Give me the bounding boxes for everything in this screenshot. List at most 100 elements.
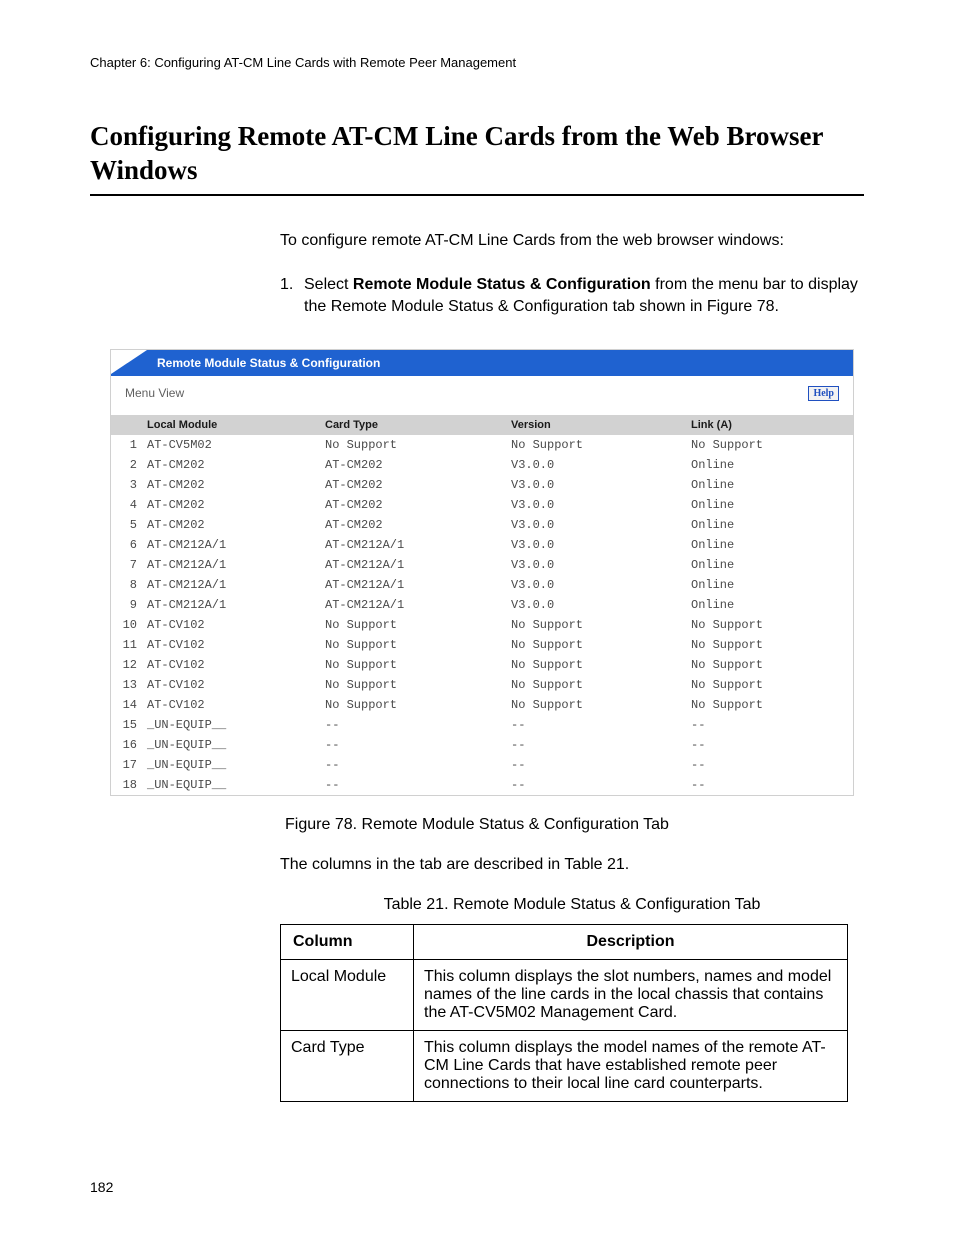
grid-cell: AT-CM212A/1 [147, 575, 325, 595]
grid-cell: AT-CM202 [147, 455, 325, 475]
grid-row-num: 5 [111, 515, 147, 535]
grid-cell: AT-CM202 [325, 495, 511, 515]
grid-cell: V3.0.0 [511, 555, 691, 575]
grid-cell: No Support [325, 675, 511, 695]
grid-row-num: 13 [111, 675, 147, 695]
table-caption: Table 21. Remote Module Status & Configu… [280, 896, 864, 914]
grid-row-num: 7 [111, 555, 147, 575]
grid-cell: -- [511, 735, 691, 755]
table21-cell: Local Module [281, 959, 414, 1030]
grid-cell: No Support [511, 655, 691, 675]
grid-row-num: 18 [111, 775, 147, 795]
grid-cell: -- [325, 775, 511, 795]
grid-row-num: 15 [111, 715, 147, 735]
chapter-header: Chapter 6: Configuring AT-CM Line Cards … [90, 55, 864, 70]
page-number: 182 [90, 1179, 113, 1195]
grid-row-num: 16 [111, 735, 147, 755]
grid-row-num: 3 [111, 475, 147, 495]
screenshot-titlebar: Remote Module Status & Configuration [111, 350, 853, 376]
section-title: Configuring Remote AT-CM Line Cards from… [90, 120, 864, 188]
grid-cell: V3.0.0 [511, 535, 691, 555]
table21-header-column: Column [281, 924, 414, 959]
grid-cell: AT-CV102 [147, 655, 325, 675]
menu-view-label[interactable]: Menu View [125, 386, 184, 400]
grid-cell: Online [691, 475, 853, 495]
step-text-bold: Remote Module Status & Configuration [353, 276, 651, 293]
grid-cell: Online [691, 595, 853, 615]
grid-cell: _UN-EQUIP__ [147, 735, 325, 755]
grid-row-num: 4 [111, 495, 147, 515]
grid-cell: _UN-EQUIP__ [147, 715, 325, 735]
grid-cell: AT-CM212A/1 [325, 535, 511, 555]
grid-cell: No Support [691, 675, 853, 695]
grid-row-num: 12 [111, 655, 147, 675]
grid-cell: Online [691, 455, 853, 475]
grid-cell: No Support [691, 655, 853, 675]
grid-header: Card Type [325, 415, 511, 435]
grid-cell: -- [511, 755, 691, 775]
grid-cell: No Support [325, 435, 511, 455]
grid-cell: _UN-EQUIP__ [147, 775, 325, 795]
grid-row-num: 2 [111, 455, 147, 475]
table-21: Column Description Local ModuleThis colu… [280, 924, 848, 1102]
grid-cell: V3.0.0 [511, 575, 691, 595]
grid-cell: No Support [325, 635, 511, 655]
grid-cell: No Support [691, 615, 853, 635]
grid-cell: AT-CM212A/1 [147, 535, 325, 555]
step-text-prefix: Select [304, 276, 353, 293]
grid-cell: -- [691, 775, 853, 795]
grid-row-num: 8 [111, 575, 147, 595]
grid-cell: V3.0.0 [511, 455, 691, 475]
table21-cell: This column displays the model names of … [414, 1030, 848, 1101]
grid-cell: AT-CM202 [325, 455, 511, 475]
grid-cell: AT-CM212A/1 [325, 595, 511, 615]
grid-cell: AT-CM202 [325, 515, 511, 535]
help-button[interactable]: Help [808, 386, 839, 401]
grid-header: Version [511, 415, 691, 435]
grid-cell: -- [691, 715, 853, 735]
grid-cell: -- [325, 715, 511, 735]
grid-cell: No Support [691, 635, 853, 655]
grid-cell: V3.0.0 [511, 595, 691, 615]
grid-cell: Online [691, 575, 853, 595]
grid-cell: Online [691, 495, 853, 515]
grid-row-num: 6 [111, 535, 147, 555]
grid-cell: AT-CM212A/1 [325, 555, 511, 575]
grid-cell: AT-CM212A/1 [147, 555, 325, 575]
figure-caption: Figure 78. Remote Module Status & Config… [90, 816, 864, 834]
grid-cell: _UN-EQUIP__ [147, 755, 325, 775]
grid-cell: -- [691, 755, 853, 775]
grid-cell: V3.0.0 [511, 475, 691, 495]
table21-header-description: Description [414, 924, 848, 959]
grid-cell: No Support [691, 695, 853, 715]
grid-cell: No Support [325, 655, 511, 675]
grid-cell: No Support [511, 435, 691, 455]
grid-cell: AT-CM202 [325, 475, 511, 495]
grid-cell: AT-CV102 [147, 695, 325, 715]
grid-cell: No Support [511, 615, 691, 635]
grid-cell: AT-CV102 [147, 635, 325, 655]
screenshot-toolbar: Menu View Help [111, 376, 853, 415]
grid-cell: Online [691, 555, 853, 575]
grid-cell: Online [691, 515, 853, 535]
grid-row-num: 9 [111, 595, 147, 615]
grid-header: Local Module [147, 415, 325, 435]
table21-cell: Card Type [281, 1030, 414, 1101]
grid-cell: AT-CM202 [147, 475, 325, 495]
grid-row-num: 11 [111, 635, 147, 655]
grid-cell: No Support [691, 435, 853, 455]
step-number: 1. [280, 274, 304, 319]
grid-cell: AT-CM212A/1 [325, 575, 511, 595]
step-body: Select Remote Module Status & Configurat… [304, 274, 864, 319]
grid-row-num: 1 [111, 435, 147, 455]
grid-cell: -- [691, 735, 853, 755]
grid-cell: AT-CV5M02 [147, 435, 325, 455]
grid-cell: -- [511, 775, 691, 795]
columns-described-p: The columns in the tab are described in … [280, 856, 864, 874]
screenshot-figure: Remote Module Status & Configuration Men… [110, 349, 854, 796]
grid-cell: AT-CV102 [147, 675, 325, 695]
grid-cell: No Support [511, 635, 691, 655]
grid-row-num: 17 [111, 755, 147, 775]
grid-row-num: 14 [111, 695, 147, 715]
grid-cell: -- [511, 715, 691, 735]
